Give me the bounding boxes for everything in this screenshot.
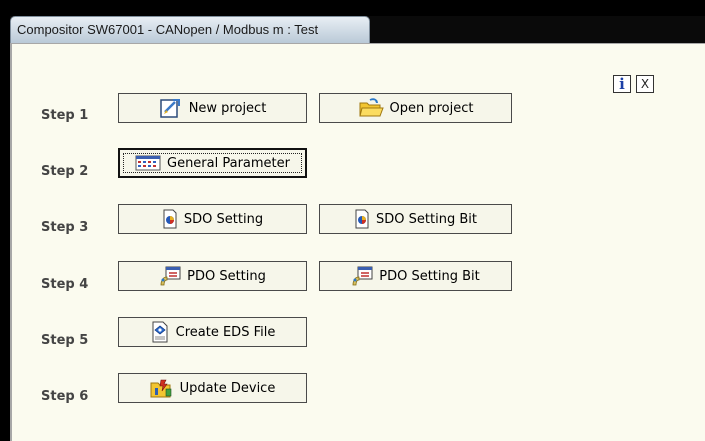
new-project-button[interactable]: New project	[118, 93, 307, 123]
close-button[interactable]: X	[636, 75, 654, 93]
pdo-setting-label: PDO Setting	[187, 268, 266, 284]
open-project-label: Open project	[389, 100, 474, 116]
open-project-button[interactable]: Open project	[319, 93, 512, 123]
create-eds-file-button[interactable]: Create EDS File	[118, 317, 307, 347]
pdo-setting-button[interactable]: PDO Setting	[118, 261, 307, 291]
sdo-setting-bit-label: SDO Setting Bit	[376, 211, 477, 227]
step-4-label: Step 4	[41, 277, 89, 292]
sdo-icon	[163, 209, 177, 229]
parameter-table-icon	[135, 155, 161, 171]
new-document-icon	[159, 99, 180, 118]
sdo-setting-button[interactable]: SDO Setting	[118, 204, 307, 234]
window-title: Compositor SW67001 - CANopen / Modbus m …	[17, 22, 319, 37]
general-parameter-button[interactable]: General Parameter	[118, 148, 307, 178]
update-device-label: Update Device	[179, 380, 276, 396]
pdo-setting-bit-label: PDO Setting Bit	[379, 268, 480, 284]
update-device-button[interactable]: Update Device	[118, 373, 307, 403]
general-parameter-label: General Parameter	[167, 155, 290, 171]
screen: Compositor SW67001 - CANopen / Modbus m …	[0, 0, 705, 441]
update-device-icon	[150, 379, 171, 398]
main-panel: i X Step 1 Step 2 Step 3 Step 4 Step 5 S…	[10, 43, 705, 441]
pdo-icon	[160, 266, 181, 286]
eds-file-icon	[152, 321, 168, 343]
pdo-icon	[352, 266, 373, 286]
sdo-setting-label: SDO Setting	[183, 211, 264, 227]
sdo-setting-bit-button[interactable]: SDO Setting Bit	[319, 204, 512, 234]
window-title-tab: Compositor SW67001 - CANopen / Modbus m …	[10, 16, 370, 44]
step-1-label: Step 1	[41, 108, 89, 123]
step-6-label: Step 6	[41, 389, 89, 404]
info-button[interactable]: i	[613, 75, 631, 93]
step-2-label: Step 2	[41, 164, 89, 179]
sdo-icon	[355, 209, 369, 229]
open-folder-icon	[358, 98, 384, 117]
new-project-label: New project	[188, 100, 267, 116]
pdo-setting-bit-button[interactable]: PDO Setting Bit	[319, 261, 512, 291]
create-eds-file-label: Create EDS File	[175, 324, 276, 340]
step-3-label: Step 3	[41, 220, 89, 235]
step-5-label: Step 5	[41, 333, 89, 348]
